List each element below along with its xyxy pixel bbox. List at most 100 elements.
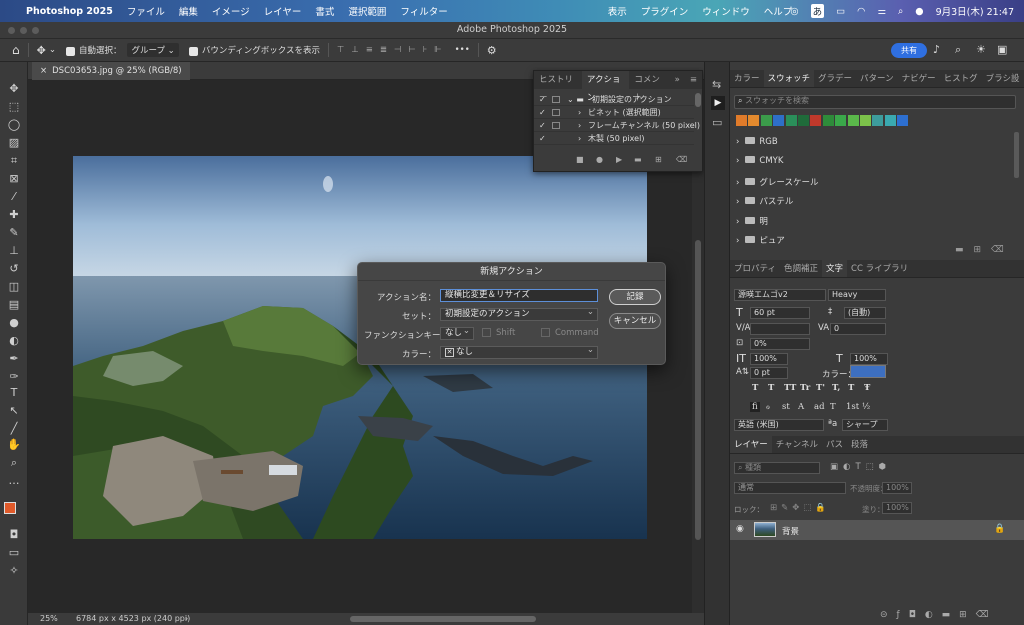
list-item[interactable]: ✓ › 木製 (50 pixel) (534, 132, 694, 145)
lightbulb-icon[interactable]: ☀ (976, 43, 986, 56)
actions-scrollbar[interactable] (695, 93, 701, 107)
quick-mask-icon[interactable]: ◘ (6, 528, 22, 542)
align-buttons[interactable]: ⊤⊥≡≣⊣⊢⊦⊩ (337, 45, 449, 55)
close-window-button[interactable] (8, 27, 15, 34)
baseline-shift-input[interactable]: 0 pt (750, 367, 788, 379)
share-button[interactable]: 共有 (891, 43, 927, 58)
text-style-button[interactable]: T' (816, 383, 825, 393)
menu-plugins[interactable]: プラグイン (641, 4, 689, 18)
close-icon[interactable]: × (40, 66, 47, 76)
crop-tool-icon[interactable]: ⌗ (6, 154, 22, 168)
tab-properties[interactable]: プロパティ (730, 260, 780, 277)
app-menu[interactable]: Photoshop 2025 (26, 6, 113, 17)
actions-play-icon[interactable]: ▶ (711, 96, 725, 110)
zoom-level[interactable]: 25% (40, 613, 58, 625)
tab-paths[interactable]: パス (822, 436, 847, 453)
brush-tool-icon[interactable]: ✎ (6, 226, 22, 240)
menubar-clock[interactable]: 9月3日(木) 21:47 (936, 4, 1014, 18)
more-tools-icon[interactable]: … (6, 474, 22, 488)
eraser-tool-icon[interactable]: ◫ (6, 280, 22, 294)
text-style-button[interactable]: Tr (800, 383, 810, 393)
horizontal-scrollbar[interactable] (350, 616, 536, 622)
antialias-select[interactable]: シャープ (842, 419, 888, 431)
opentype-button[interactable]: st (782, 402, 790, 412)
zoom-window-button[interactable] (32, 27, 39, 34)
layer-name[interactable]: 背景 (782, 525, 799, 537)
eyedropper-tool-icon[interactable]: ⁄ (6, 190, 22, 204)
text-color-swatch[interactable] (850, 365, 886, 378)
swatch-search-input[interactable]: ⌕ スウォッチを検索 (734, 95, 1016, 109)
tab-character[interactable]: 文字 (822, 260, 848, 277)
tab-color[interactable]: カラー (730, 70, 764, 87)
dodge-tool-icon[interactable]: ◐ (6, 334, 22, 348)
list-item[interactable]: ✓ ⌄ ▬ 初期設定のアクション (534, 93, 694, 106)
color-swatch[interactable] (860, 115, 871, 126)
menu-filter[interactable]: フィルター (400, 4, 447, 18)
opentype-button[interactable]: 1st (846, 402, 859, 412)
frame-tool-icon[interactable]: ⊠ (6, 172, 22, 186)
set-select[interactable]: 初期設定のアクション (440, 307, 598, 321)
text-style-button[interactable]: T (768, 383, 774, 393)
layer-filter-select[interactable]: ⌕ 種類 (734, 462, 820, 474)
vertical-scale-input[interactable]: 100% (750, 353, 788, 365)
font-family-select[interactable]: 源暎エムゴv2 (734, 289, 826, 301)
swatch-folder-cmyk[interactable]: › CMYK (736, 156, 783, 166)
eye-icon[interactable]: ◉ (736, 524, 744, 534)
text-style-button[interactable]: T (752, 383, 758, 393)
language-select[interactable]: 英語 (米国) (734, 419, 824, 431)
kerning-input[interactable] (750, 323, 810, 335)
ime-indicator[interactable]: あ (810, 4, 825, 18)
color-swatch[interactable] (872, 115, 884, 126)
color-swatch[interactable] (773, 115, 785, 126)
healing-brush-tool-icon[interactable]: ✚ (6, 208, 22, 222)
color-swatch[interactable] (748, 115, 760, 126)
tab-comments[interactable]: コメント (629, 71, 669, 103)
menu-window[interactable]: ウィンドウ (702, 4, 750, 18)
color-swatch[interactable] (798, 115, 809, 126)
text-style-button[interactable]: T, (832, 383, 840, 393)
menu-view[interactable]: 表示 (608, 4, 627, 18)
list-item[interactable]: ✓ › ビネット (選択範囲) (534, 106, 694, 119)
color-swatch[interactable] (785, 115, 797, 126)
auto-select-checkbox[interactable] (65, 46, 75, 56)
tab-gradients[interactable]: グラデー (814, 70, 856, 87)
pen-tool-icon[interactable]: ✒ (6, 352, 22, 366)
play-icon[interactable]: ▶ (616, 155, 622, 164)
menu-select[interactable]: 選択範囲 (348, 4, 386, 18)
layer-filter-icons[interactable]: ▣◐T⬚⬢ (830, 462, 891, 472)
workspace-icon[interactable]: ▣ (997, 43, 1007, 56)
gradient-tool-icon[interactable]: ▤ (6, 298, 22, 312)
swatch-folder-pure[interactable]: › ピュア (736, 234, 785, 246)
tab-brush-settings[interactable]: ブラシ設 (982, 70, 1024, 87)
trash-icon[interactable]: ⌫ (676, 155, 687, 164)
history-icon[interactable]: ⇆ (712, 78, 721, 91)
chevron-down-icon[interactable]: ⌄ (49, 45, 56, 55)
history-brush-tool-icon[interactable]: ↺ (6, 262, 22, 276)
battery-icon[interactable]: ▭ (836, 6, 845, 17)
move-tool-icon[interactable]: ✥ (37, 44, 46, 57)
marquee-tool-icon[interactable]: ⬚ (6, 100, 22, 114)
hand-tool-icon[interactable]: ✋ (6, 438, 22, 452)
bell-icon[interactable]: ♪ (933, 43, 940, 56)
tab-layers[interactable]: レイヤー (730, 436, 772, 453)
menu-layer[interactable]: レイヤー (264, 4, 302, 18)
menu-help[interactable]: ヘルプ (764, 4, 793, 18)
minimize-window-button[interactable] (20, 27, 27, 34)
zoom-tool-icon[interactable]: ⌕ (6, 456, 22, 470)
swatch-folder-rgb[interactable]: › RGB (736, 137, 778, 147)
tracking-input[interactable]: 0 (830, 323, 886, 335)
tab-channels[interactable]: チャンネル (772, 436, 822, 453)
font-style-select[interactable]: Heavy (828, 289, 886, 301)
comment-icon[interactable]: ▭ (712, 116, 722, 129)
swatch-folder-bright[interactable]: › 明 (736, 215, 768, 227)
show-bbox-checkbox[interactable] (188, 46, 198, 56)
gear-icon[interactable]: ⚙ (487, 44, 497, 57)
object-select-tool-icon[interactable]: ▨ (6, 136, 22, 150)
record-icon[interactable]: ● (596, 155, 603, 164)
type-tool-icon[interactable]: T (6, 386, 22, 400)
menu-image[interactable]: イメージ (212, 4, 250, 18)
auto-select-dropdown[interactable]: グループ ⌄ (127, 43, 179, 57)
tab-adjustments[interactable]: 色調補正 (780, 260, 822, 277)
shift-checkbox[interactable] (482, 328, 491, 337)
command-checkbox[interactable] (541, 328, 550, 337)
